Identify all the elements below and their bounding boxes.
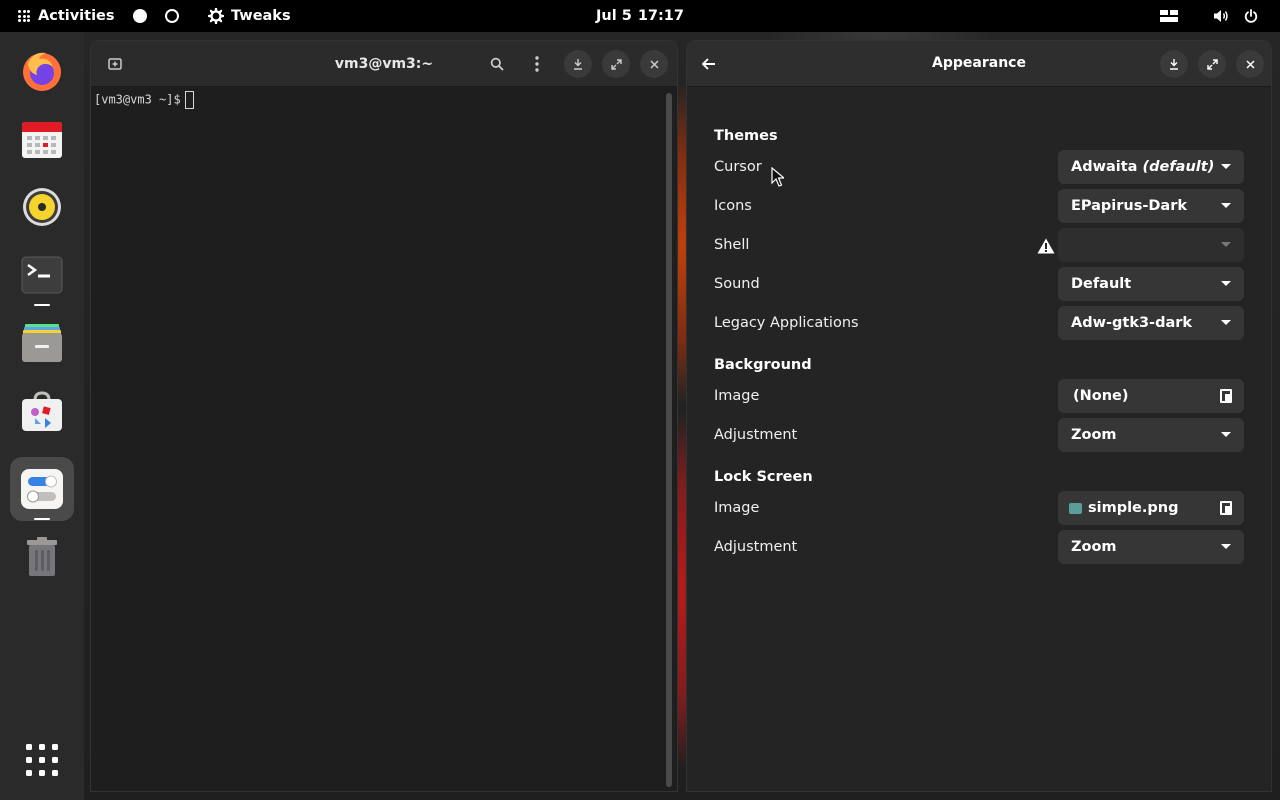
dock-trash[interactable] <box>10 525 74 589</box>
tweaks-minimize-button[interactable] <box>1160 50 1188 78</box>
terminal-body[interactable]: [vm3@vm3 ~]$ <box>91 87 663 791</box>
top-bar: Activities Tweaks Jul 5 17:17 <box>0 0 1280 32</box>
lockscreen-adjustment-dropdown[interactable]: Zoom <box>1058 530 1244 564</box>
dropdown-arrow-icon <box>1221 203 1231 208</box>
section-background: Background <box>714 357 812 373</box>
shell-prompt: [vm3@vm3 ~]$ <box>94 92 181 107</box>
dock-rhythmbox[interactable] <box>10 175 74 239</box>
software-icon <box>22 391 62 431</box>
system-tray[interactable] <box>1154 0 1266 32</box>
kebab-menu-icon <box>535 56 539 72</box>
icons-theme-value: EPapirus-Dark <box>1071 198 1188 214</box>
sound-label: Sound <box>714 276 760 292</box>
dropdown-arrow-icon <box>1221 432 1231 437</box>
background-image-label: Image <box>714 388 760 404</box>
dock-tweaks[interactable] <box>10 457 74 521</box>
close-icon <box>649 59 659 69</box>
lockscreen-adjustment-label: Adjustment <box>714 539 798 555</box>
keyboard-layout-icon[interactable] <box>1154 10 1184 22</box>
tweaks-close-button[interactable] <box>1236 50 1264 78</box>
cursor-theme-dropdown[interactable]: Adwaita (default) <box>1058 150 1244 184</box>
dropdown-arrow-icon <box>1221 281 1231 286</box>
trash-icon <box>27 537 57 576</box>
legacy-applications-label: Legacy Applications <box>714 315 859 331</box>
dropdown-arrow-icon <box>1221 320 1231 325</box>
icons-label: Icons <box>714 198 752 214</box>
terminal-headerbar[interactable]: vm3@vm3:~ <box>91 41 677 87</box>
cursor-theme-default-tag: (default) <box>1142 159 1215 175</box>
shell-label: Shell <box>714 237 750 253</box>
close-button[interactable] <box>640 50 668 78</box>
dock-calendar[interactable] <box>10 107 74 171</box>
dropdown-arrow-icon <box>1221 242 1231 247</box>
dropdown-arrow-icon <box>1221 544 1231 549</box>
legacy-theme-value: Adw-gtk3-dark <box>1071 315 1193 331</box>
background-image-value: (None) <box>1073 388 1129 404</box>
terminal-window[interactable]: vm3@vm3:~ [vm3@vm3 ~]$ <box>90 40 678 792</box>
maximize-icon <box>610 58 622 70</box>
dock-app-grid[interactable] <box>10 728 74 792</box>
search-icon <box>490 57 504 71</box>
app-grid-icon <box>26 744 58 776</box>
image-file-icon <box>1069 502 1082 514</box>
tweaks-running-indicator <box>34 518 50 520</box>
lockscreen-image-label: Image <box>714 500 760 516</box>
lockscreen-image-chooser[interactable]: simple.png <box>1058 491 1244 525</box>
dock-software[interactable] <box>10 379 74 443</box>
minimize-button[interactable] <box>564 50 592 78</box>
dock-terminal[interactable] <box>10 243 74 307</box>
lockscreen-adjustment-value: Zoom <box>1071 539 1117 555</box>
text-cursor <box>184 91 194 109</box>
dock-firefox[interactable] <box>10 39 74 103</box>
terminal-icon <box>21 256 63 294</box>
cursor-label: Cursor <box>714 159 762 175</box>
rhythmbox-icon <box>23 188 61 226</box>
section-lock-screen: Lock Screen <box>714 469 813 485</box>
shell-theme-dropdown[interactable] <box>1058 228 1244 262</box>
files-icon <box>22 324 62 362</box>
terminal-running-indicator <box>34 304 50 306</box>
dock-files[interactable] <box>10 311 74 375</box>
tweaks-icon <box>21 469 63 509</box>
maximize-button[interactable] <box>602 50 630 78</box>
clock[interactable]: Jul 5 17:17 <box>0 0 1280 32</box>
maximize-icon <box>1206 58 1218 70</box>
background-adjustment-value: Zoom <box>1071 427 1117 443</box>
mouse-pointer-icon <box>771 167 784 187</box>
clock-time: 17:17 <box>637 8 684 24</box>
calendar-icon <box>22 122 62 158</box>
background-adjustment-dropdown[interactable]: Zoom <box>1058 418 1244 452</box>
background-image-chooser[interactable]: (None) <box>1058 379 1244 413</box>
tweaks-window[interactable]: Appearance Themes Cursor Adwaita (defaul… <box>686 40 1272 792</box>
section-themes: Themes <box>714 128 778 144</box>
icons-theme-dropdown[interactable]: EPapirus-Dark <box>1058 189 1244 223</box>
dock <box>0 32 84 800</box>
file-chooser-icon <box>1220 389 1232 403</box>
minimize-icon <box>1170 58 1178 70</box>
background-adjustment-label: Adjustment <box>714 427 798 443</box>
terminal-scrollbar[interactable] <box>666 93 672 787</box>
dropdown-arrow-icon <box>1221 164 1231 169</box>
menu-button[interactable] <box>523 50 551 78</box>
cursor-theme-value: Adwaita <box>1071 159 1138 175</box>
firefox-icon <box>23 52 61 91</box>
tweaks-maximize-button[interactable] <box>1198 50 1226 78</box>
sound-theme-dropdown[interactable]: Default <box>1058 267 1244 301</box>
volume-icon[interactable] <box>1206 9 1236 23</box>
lockscreen-image-value: simple.png <box>1088 500 1179 516</box>
warning-icon <box>1037 238 1055 254</box>
legacy-applications-dropdown[interactable]: Adw-gtk3-dark <box>1058 306 1244 340</box>
file-chooser-icon <box>1220 501 1232 515</box>
search-button[interactable] <box>483 50 511 78</box>
minimize-icon <box>574 58 582 70</box>
power-icon[interactable] <box>1236 9 1266 23</box>
sound-theme-value: Default <box>1071 276 1132 292</box>
tweaks-headerbar[interactable]: Appearance <box>687 41 1271 87</box>
clock-date: Jul 5 <box>596 8 632 24</box>
close-icon <box>1245 59 1255 69</box>
